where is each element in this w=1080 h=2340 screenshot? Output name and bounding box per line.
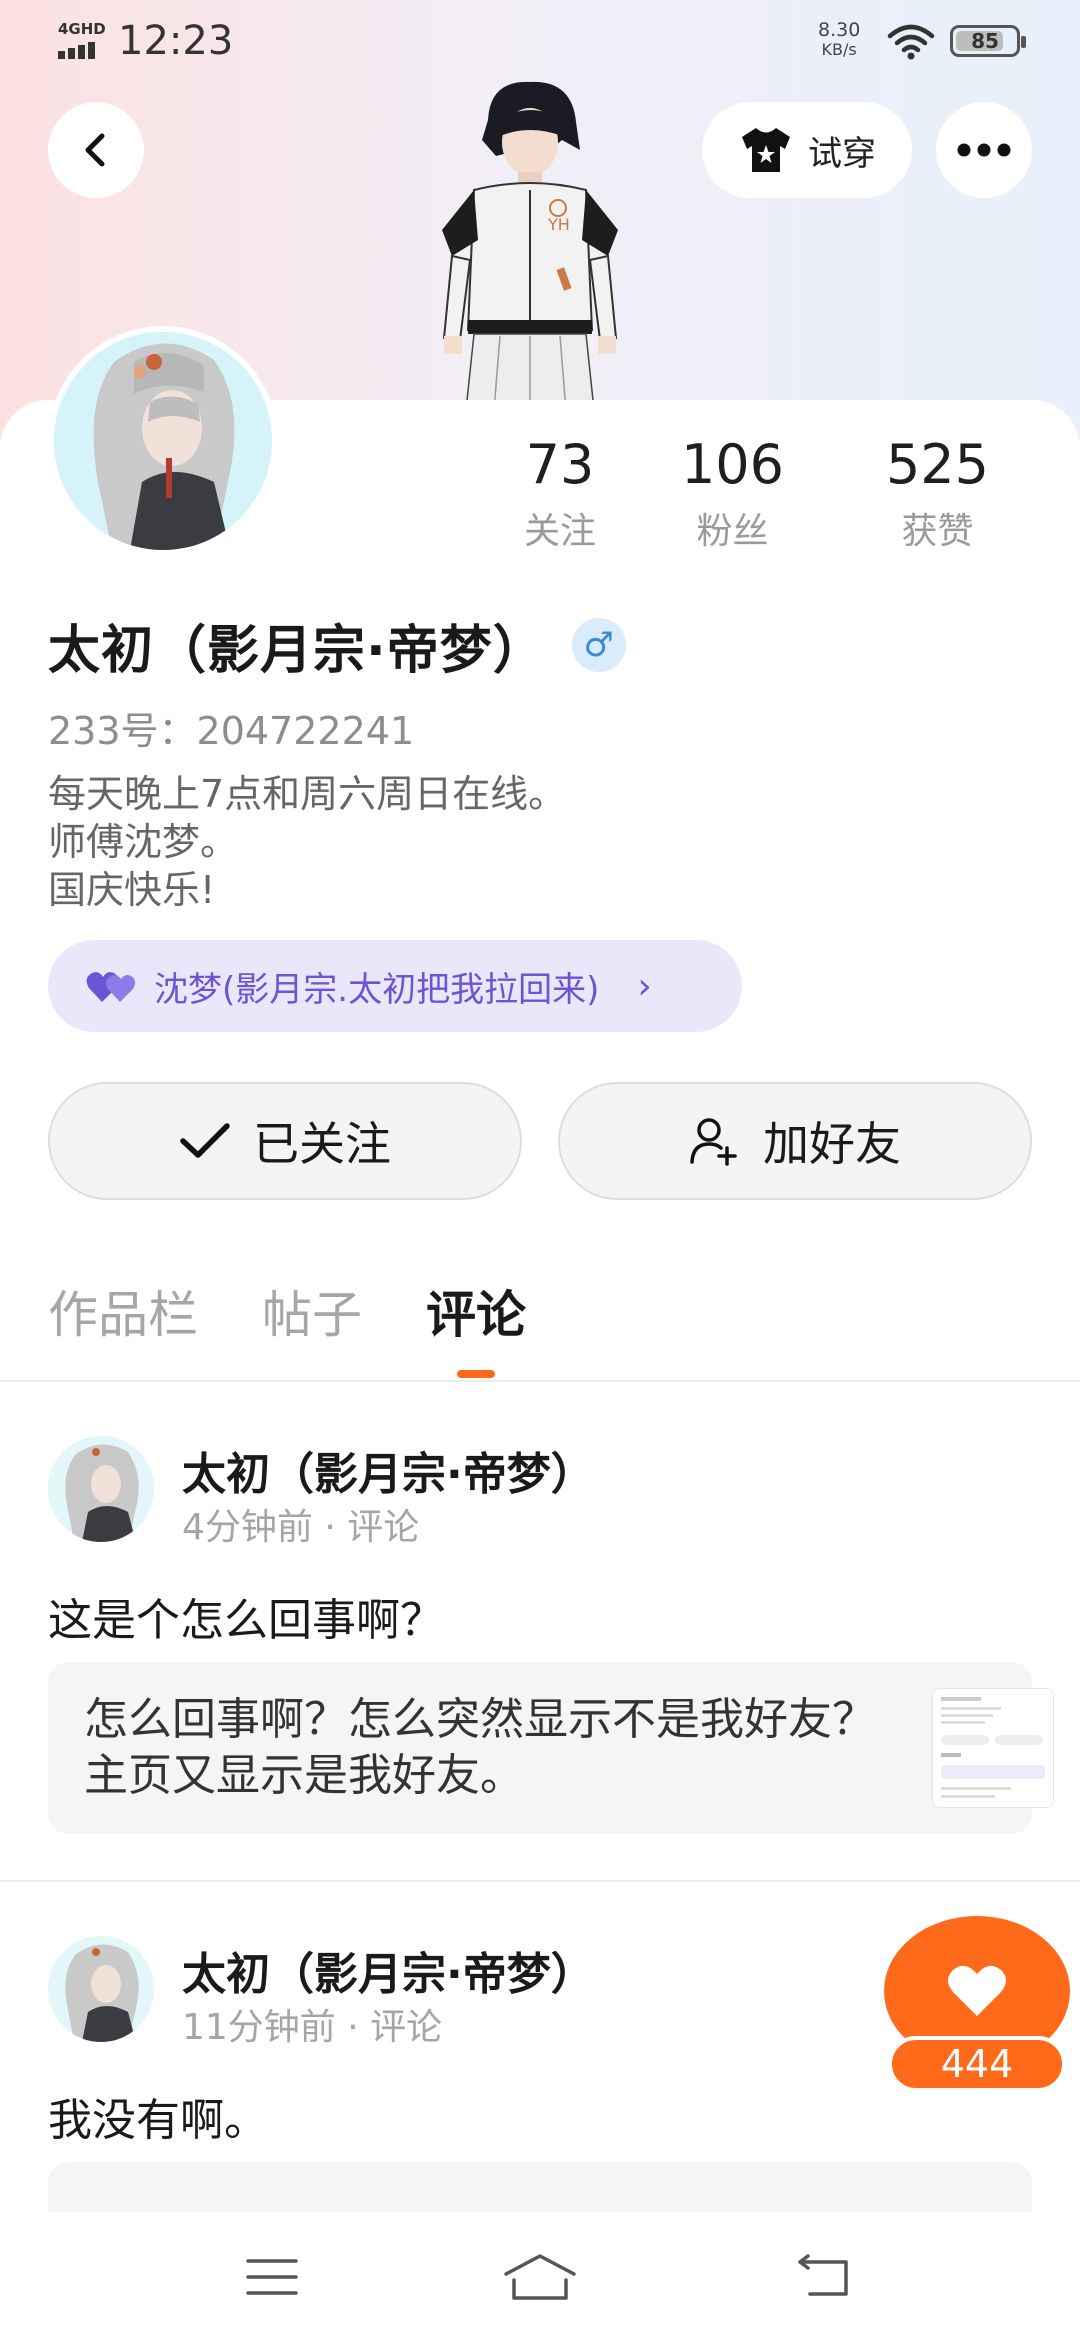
- profile-name-row: 太初（影月宗·帝梦） ♂: [48, 610, 626, 681]
- ellipsis-icon: [957, 143, 1011, 157]
- profile-avatar[interactable]: [48, 326, 278, 556]
- comment-item[interactable]: 太初（影月宗·帝梦） 4分钟前 · 评论 这是个怎么回事啊？ 怎么回事啊？怎么突…: [0, 1436, 1080, 1836]
- profile-tabs: 作品栏 帖子 评论: [48, 1280, 526, 1378]
- status-bar: 4GHD 12:23 8.30 KB/s 85: [0, 0, 1080, 90]
- like-button[interactable]: 444: [884, 1916, 1070, 2094]
- svg-text:YH: YH: [547, 215, 570, 234]
- status-time: 12:23: [118, 18, 234, 64]
- back-arrow-icon: [798, 2254, 848, 2296]
- profile-uid: 233号：204722241: [48, 709, 415, 753]
- double-heart-icon: [86, 972, 136, 1002]
- divider: [0, 1380, 1080, 1382]
- following-button[interactable]: 已关注: [48, 1082, 522, 1200]
- bio-line: 师傅沈梦。: [48, 820, 239, 864]
- comment-author-name[interactable]: 太初（影月宗·帝梦）: [182, 1438, 595, 1502]
- system-nav-bar: [0, 2212, 1080, 2340]
- comment-author-avatar[interactable]: [48, 1436, 154, 1542]
- tab-comments[interactable]: 评论: [426, 1280, 526, 1378]
- stat-label: 获赞: [901, 511, 974, 552]
- comment-author-avatar[interactable]: [48, 1936, 154, 2042]
- tab-label: 帖子: [262, 1286, 362, 1344]
- menu-icon: [246, 2259, 298, 2295]
- comment-meta: 11分钟前 · 评论: [182, 2007, 443, 2048]
- stat-value: 525: [885, 433, 990, 496]
- home-icon: [504, 2254, 576, 2300]
- quoted-post[interactable]: 怎么回事啊？怎么突然显示不是我好友？主页又显示是我好友。: [48, 1662, 1054, 1834]
- try-on-label: 试穿: [808, 133, 876, 174]
- home-button[interactable]: [500, 2242, 580, 2312]
- comment-text: 我没有啊。: [48, 2095, 268, 2146]
- comment-author-name[interactable]: 太初（影月宗·帝梦）: [182, 1938, 595, 2002]
- battery-icon: 85: [950, 25, 1026, 57]
- chevron-right-icon: ›: [637, 965, 652, 1007]
- following-label: 已关注: [253, 1117, 391, 1171]
- comment-meta: 4分钟前 · 评论: [182, 1507, 420, 1548]
- male-icon: ♂: [571, 618, 626, 672]
- stat-value: 106: [680, 433, 785, 496]
- active-tab-indicator: [457, 1370, 495, 1378]
- character-avatar-3d[interactable]: YH: [430, 80, 630, 411]
- comment-text: 这是个怎么回事啊？: [48, 1595, 444, 1646]
- quoted-post-text: 怎么回事啊？怎么突然显示不是我好友？主页又显示是我好友。: [84, 1694, 876, 1801]
- tab-posts[interactable]: 帖子: [262, 1280, 362, 1360]
- try-on-button[interactable]: 试穿: [702, 102, 912, 198]
- menu-button[interactable]: [232, 2242, 312, 2312]
- profile-name: 太初（影月宗·帝梦）: [48, 620, 546, 681]
- add-friend-button[interactable]: 加好友: [558, 1082, 1032, 1200]
- stat-likes[interactable]: 525 获赞: [835, 430, 1040, 570]
- tab-works[interactable]: 作品栏: [48, 1280, 198, 1360]
- add-user-icon: [690, 1118, 737, 1166]
- signal-icon: 4GHD: [58, 20, 108, 60]
- profile-bio: 每天晚上7点和周六周日在线。 师傅沈梦。 国庆快乐!: [48, 770, 566, 914]
- wifi-icon: [886, 22, 936, 62]
- back-nav-button[interactable]: [784, 2242, 864, 2312]
- bio-line: 国庆快乐!: [48, 868, 216, 912]
- tab-label: 作品栏: [48, 1286, 198, 1344]
- quoted-post-thumbnail: [932, 1688, 1054, 1808]
- stat-label: 关注: [523, 511, 596, 552]
- stat-followers[interactable]: 106 粉丝: [630, 430, 835, 570]
- stat-following[interactable]: 73 关注: [490, 430, 630, 570]
- divider: [0, 1880, 1080, 1882]
- like-count: 444: [888, 2036, 1066, 2092]
- tab-label: 评论: [426, 1286, 526, 1344]
- speed-value: 8.30: [818, 19, 861, 41]
- speed-unit: KB/s: [821, 40, 857, 59]
- checkmark-icon: [180, 1123, 230, 1158]
- mentor-badge[interactable]: 沈梦(影月宗.太初把我拉回来) ›: [48, 940, 742, 1032]
- stat-label: 粉丝: [696, 511, 769, 552]
- tshirt-icon: [742, 128, 790, 172]
- back-button[interactable]: [48, 102, 144, 198]
- more-button[interactable]: [936, 102, 1032, 198]
- bio-line: 每天晚上7点和周六周日在线。: [48, 772, 567, 816]
- heart-icon: [948, 1965, 1006, 2016]
- add-friend-label: 加好友: [763, 1117, 901, 1171]
- profile-stats: 73 关注 106 粉丝 525 获赞: [490, 430, 1050, 570]
- network-speed: 8.30 KB/s: [818, 20, 860, 60]
- stat-value: 73: [525, 433, 595, 496]
- network-type: 4GHD: [58, 20, 106, 38]
- mentor-label: 沈梦(影月宗.太初把我拉回来): [154, 969, 600, 1010]
- chevron-left-icon: [85, 133, 105, 167]
- battery-level: 85: [971, 29, 999, 53]
